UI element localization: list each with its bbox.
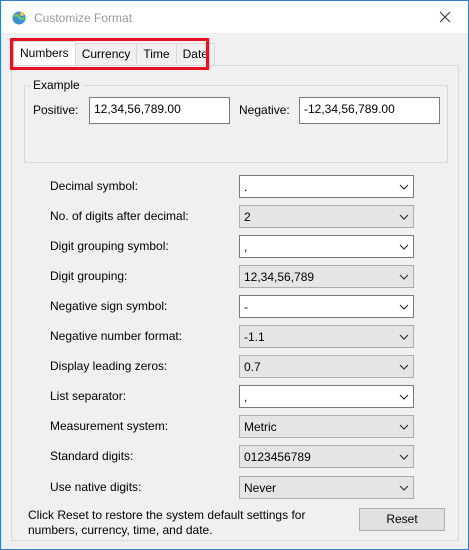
display-leading-zeros-label: Display leading zeros:: [50, 359, 168, 373]
digit-grouping-combo[interactable]: 12,34,56,789: [239, 265, 414, 288]
chevron-down-icon: [399, 334, 409, 340]
standard-digits-value: 0123456789: [244, 450, 311, 464]
measurement-system-value: Metric: [244, 420, 277, 434]
positive-example-field: 12,34,56,789.00: [89, 97, 230, 124]
digit-grouping-label: Digit grouping:: [50, 269, 128, 283]
positive-label: Positive:: [33, 103, 79, 117]
reset-instructions: Click Reset to restore the system defaul…: [28, 508, 328, 538]
measurement-system-label: Measurement system:: [50, 419, 169, 433]
use-native-digits-label: Use native digits:: [50, 480, 142, 494]
measurement-system-combo[interactable]: Metric: [239, 415, 414, 438]
use-native-digits-value: Never: [244, 481, 277, 495]
chevron-down-icon: [399, 454, 409, 460]
chevron-down-icon: [399, 274, 409, 280]
chevron-down-icon: [399, 424, 409, 430]
list-separator-label: List separator:: [50, 389, 127, 403]
chevron-down-icon: [399, 214, 409, 220]
window-title: Customize Format: [34, 11, 133, 25]
decimal-symbol-value: .: [244, 180, 248, 194]
title-bar: Customize Format: [1, 1, 468, 33]
decimal-symbol-label: Decimal symbol:: [50, 179, 139, 193]
standard-digits-label: Standard digits:: [50, 449, 134, 463]
close-button[interactable]: [422, 1, 468, 33]
display-leading-zeros-value: 0.7: [244, 360, 261, 374]
control-panel-icon: [11, 10, 27, 26]
negative-sign-symbol-combo[interactable]: -: [239, 295, 414, 318]
chevron-down-icon: [399, 304, 409, 310]
negative-example-field: -12,34,56,789.00: [299, 97, 440, 124]
negative-number-format-label: Negative number format:: [50, 329, 183, 343]
chevron-down-icon: [399, 394, 409, 400]
display-leading-zeros-combo[interactable]: 0.7: [239, 355, 414, 378]
customize-format-window: Customize Format Numbers Currency Time D…: [0, 0, 469, 550]
negative-sign-symbol-value: -: [244, 300, 248, 314]
digit-grouping-symbol-value: ,: [244, 240, 248, 254]
reset-button[interactable]: Reset: [359, 508, 445, 531]
chevron-down-icon: [399, 244, 409, 250]
decimal-symbol-combo[interactable]: .: [239, 175, 414, 198]
chevron-down-icon: [399, 364, 409, 370]
negative-sign-symbol-label: Negative sign symbol:: [50, 299, 168, 313]
digits-after-decimal-combo[interactable]: 2: [239, 205, 414, 228]
digit-grouping-value: 12,34,56,789: [244, 270, 315, 284]
negative-number-format-value: -1.1: [244, 330, 265, 344]
digit-grouping-symbol-label: Digit grouping symbol:: [50, 239, 169, 253]
digits-after-decimal-label: No. of digits after decimal:: [50, 209, 189, 223]
digit-grouping-symbol-combo[interactable]: ,: [239, 235, 414, 258]
standard-digits-combo[interactable]: 0123456789: [239, 445, 414, 468]
list-separator-combo[interactable]: ,: [239, 385, 414, 408]
negative-label: Negative:: [239, 103, 290, 117]
digits-after-decimal-value: 2: [244, 210, 251, 224]
chevron-down-icon: [399, 184, 409, 190]
reset-instructions-line2: numbers, currency, time, and date.: [28, 523, 213, 537]
example-legend: Example: [30, 78, 83, 92]
use-native-digits-combo[interactable]: Never: [239, 476, 414, 499]
negative-number-format-combo[interactable]: -1.1: [239, 325, 414, 348]
reset-instructions-line1: Click Reset to restore the system defaul…: [28, 508, 306, 522]
close-icon: [439, 11, 451, 23]
tabs-highlight-box: [10, 38, 209, 70]
list-separator-value: ,: [244, 390, 248, 404]
chevron-down-icon: [399, 485, 409, 491]
